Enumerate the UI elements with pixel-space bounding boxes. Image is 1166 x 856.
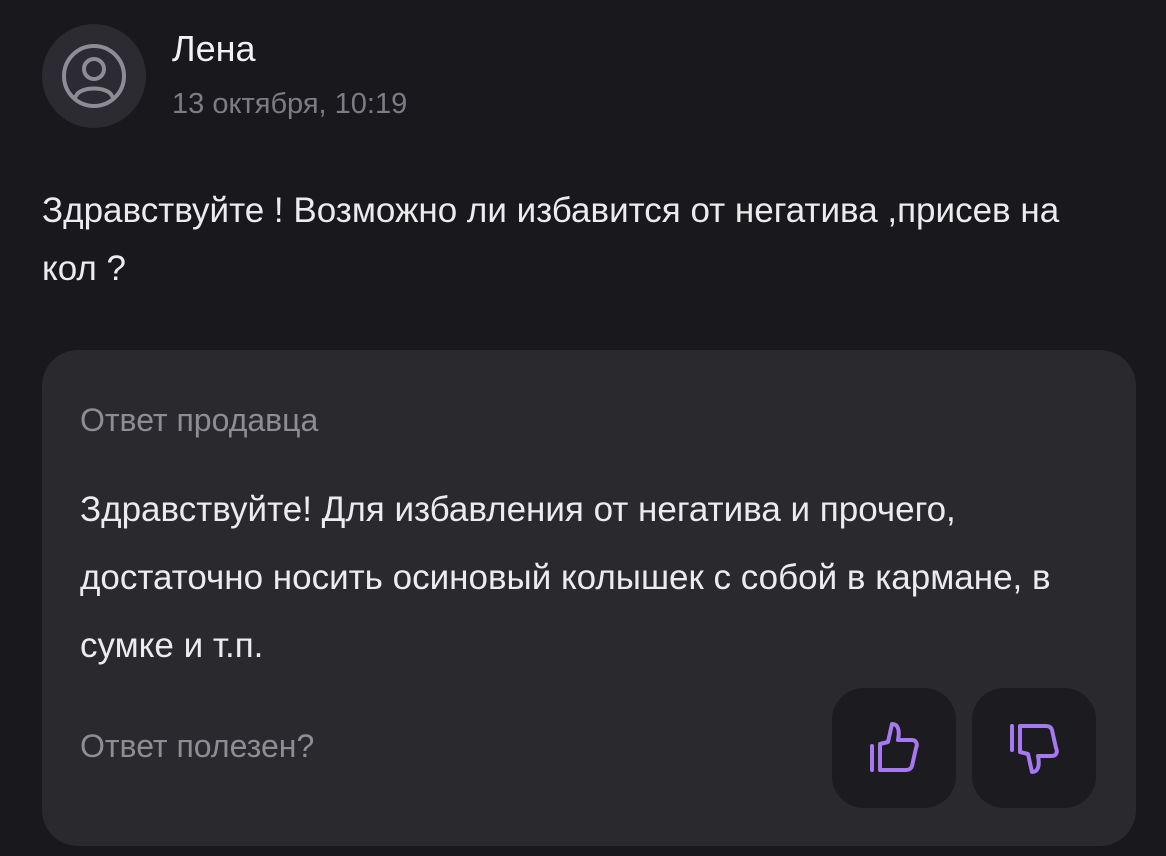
seller-answer-title: Ответ продавца — [80, 402, 319, 438]
seller-answer-card: Ответ продавца Здравствуйте! Для избавле… — [42, 350, 1136, 846]
dislike-button[interactable] — [972, 688, 1096, 808]
review-page: Лена 13 октября, 10:19 Здравствуйте ! Во… — [0, 0, 1166, 856]
user-circle-icon — [62, 44, 126, 108]
author-block: Лена 13 октября, 10:19 — [172, 28, 408, 121]
seller-answer-text: Здравствуйте! Для избавления от негатива… — [80, 490, 1051, 665]
review-date: 13 октября, 10:19 — [172, 88, 408, 120]
review-text: Здравствуйте ! Возможно ли избавится от … — [42, 191, 1060, 288]
thumbs-down-icon — [1010, 724, 1059, 774]
helpful-question: Ответ полезен? — [80, 728, 315, 764]
author-name: Лена — [172, 28, 256, 69]
review-header: Лена 13 октября, 10:19 — [42, 24, 407, 128]
like-button[interactable] — [832, 688, 956, 808]
avatar — [42, 24, 146, 128]
thumbs-up-icon — [870, 722, 919, 772]
